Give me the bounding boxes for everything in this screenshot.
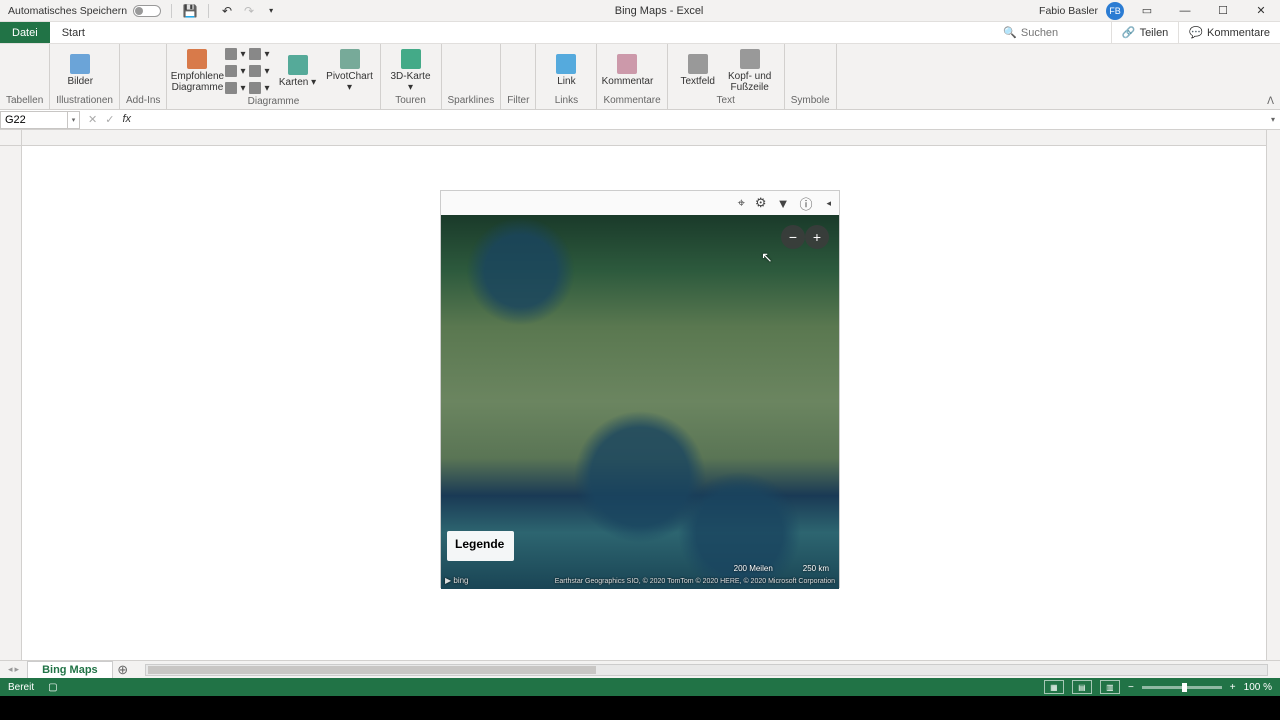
map-zoom-out[interactable]: − <box>781 225 805 249</box>
view-normal-icon[interactable]: ▦ <box>1044 680 1064 694</box>
link-button[interactable]: Link <box>542 52 590 89</box>
user-avatar[interactable]: FB <box>1106 2 1124 20</box>
formula-bar: G22 ▾ ✕ ✓ fx ▾ <box>0 110 1280 130</box>
name-box-dropdown[interactable]: ▾ <box>68 111 80 129</box>
zoom-out-icon[interactable]: − <box>1128 682 1134 693</box>
karten-button[interactable]: Karten ▾ <box>274 53 322 90</box>
sheet-tab-bingmaps[interactable]: Bing Maps <box>27 661 113 679</box>
share-icon: 🔗 <box>1122 26 1136 39</box>
accept-formula-icon[interactable]: ✓ <box>105 113 114 126</box>
map-toolbar: ⌖ ⚙ ▼ ⓘ ◂ <box>441 191 839 215</box>
sheet-prev-icon[interactable]: ◂ <box>8 664 13 675</box>
view-pagebreak-icon[interactable]: ▥ <box>1100 680 1120 694</box>
status-bar: Bereit ▢ ▦ ▤ ▥ − + 100 % <box>0 678 1280 696</box>
select-all-triangle[interactable] <box>0 130 22 146</box>
expand-formula-icon[interactable]: ▾ <box>1266 115 1280 124</box>
collapse-ribbon-icon[interactable]: ᐱ <box>1267 96 1274 107</box>
worksheet-grid[interactable]: ⌖ ⚙ ▼ ⓘ ◂ − + Legende 200 Meile <box>0 130 1280 660</box>
zoom-level[interactable]: 100 % <box>1244 682 1272 693</box>
undo-icon[interactable]: ↶ <box>219 3 235 19</box>
tab-start[interactable]: Start <box>50 22 97 43</box>
horizontal-scrollbar[interactable] <box>145 664 1268 676</box>
tab-file[interactable]: Datei <box>0 22 50 43</box>
map-locate-icon[interactable]: ⌖ <box>738 195 745 211</box>
minimize-icon[interactable]: — <box>1170 1 1200 21</box>
textfeld-button[interactable]: Textfeld <box>674 52 722 89</box>
comments-button[interactable]: 💬 Kommentare <box>1178 22 1280 43</box>
map-logo: ▶ bing <box>445 576 469 585</box>
vertical-scrollbar[interactable] <box>1266 130 1280 660</box>
3dkarte-button[interactable]: 3D-Karte ▾ <box>387 47 435 95</box>
share-button[interactable]: 🔗 Teilen <box>1111 22 1178 43</box>
pivotchart-button[interactable]: PivotChart ▾ <box>326 47 374 95</box>
kopfzeile-button[interactable]: Kopf- und Fußzeile <box>726 47 774 95</box>
view-pagelayout-icon[interactable]: ▤ <box>1072 680 1092 694</box>
search-box[interactable]: 🔍 <box>993 26 1111 39</box>
maximize-icon[interactable]: ☐ <box>1208 1 1238 21</box>
map-canvas[interactable]: − + Legende 200 Meilen250 km ▶ bing Eart… <box>441 215 839 589</box>
bilder-button[interactable]: Bilder <box>56 52 104 89</box>
search-icon: 🔍 <box>1003 26 1017 39</box>
kommentar-button[interactable]: Kommentar <box>603 52 651 89</box>
macro-record-icon[interactable]: ▢ <box>48 682 57 693</box>
autosave-toggle[interactable]: Automatisches Speichern <box>8 5 161 17</box>
status-ready: Bereit <box>8 682 34 693</box>
ribbon-tabs: Datei Start 🔍 🔗 Teilen 💬 Kommentare <box>0 22 1280 44</box>
legend-title: Legende <box>455 537 504 551</box>
add-sheet-button[interactable]: ⊕ <box>113 661 133 679</box>
map-scale: 200 Meilen250 km <box>734 564 829 573</box>
window-title: Bing Maps - Excel <box>279 5 1039 17</box>
search-input[interactable] <box>1021 27 1101 39</box>
ribbon: Tabellen Bilder Illustrationen Add-Ins E… <box>0 44 1280 110</box>
titlebar: Automatisches Speichern 💾 ↶ ↷ ▾ Bing Map… <box>0 0 1280 22</box>
map-attribution: Earthstar Geographics SIO, © 2020 TomTom… <box>555 578 835 585</box>
map-settings-icon[interactable]: ⚙ <box>755 195 767 211</box>
zoom-slider[interactable] <box>1142 686 1222 689</box>
cursor-icon <box>761 249 773 265</box>
redo-icon[interactable]: ↷ <box>241 3 257 19</box>
sheet-tab-bar: ◂ ▸ Bing Maps ⊕ <box>0 660 1280 678</box>
formula-input[interactable] <box>139 114 1266 126</box>
fx-icon[interactable]: fx <box>122 113 131 126</box>
comments-icon: 💬 <box>1189 26 1203 39</box>
zoom-in-icon[interactable]: + <box>1230 682 1236 693</box>
map-zoom-in[interactable]: + <box>805 225 829 249</box>
map-legend: Legende <box>447 531 514 561</box>
name-box[interactable]: G22 <box>0 111 68 129</box>
user-name[interactable]: Fabio Basler <box>1039 5 1098 17</box>
close-icon[interactable]: ✕ <box>1246 1 1276 21</box>
map-help-icon[interactable]: ⓘ <box>799 194 812 213</box>
map-filter-icon[interactable]: ▼ <box>777 196 790 211</box>
save-icon[interactable]: 💾 <box>182 3 198 19</box>
empf-diagramme-button[interactable]: Empfohlene Diagramme <box>173 47 221 95</box>
bing-map-addin[interactable]: ⌖ ⚙ ▼ ⓘ ◂ − + Legende 200 Meile <box>440 190 840 588</box>
map-collapse-icon[interactable]: ◂ <box>826 198 831 209</box>
ribbon-mode-icon[interactable]: ▭ <box>1132 1 1162 21</box>
cancel-formula-icon[interactable]: ✕ <box>88 113 97 126</box>
qat-customize-icon[interactable]: ▾ <box>263 3 279 19</box>
sheet-next-icon[interactable]: ▸ <box>15 664 20 675</box>
